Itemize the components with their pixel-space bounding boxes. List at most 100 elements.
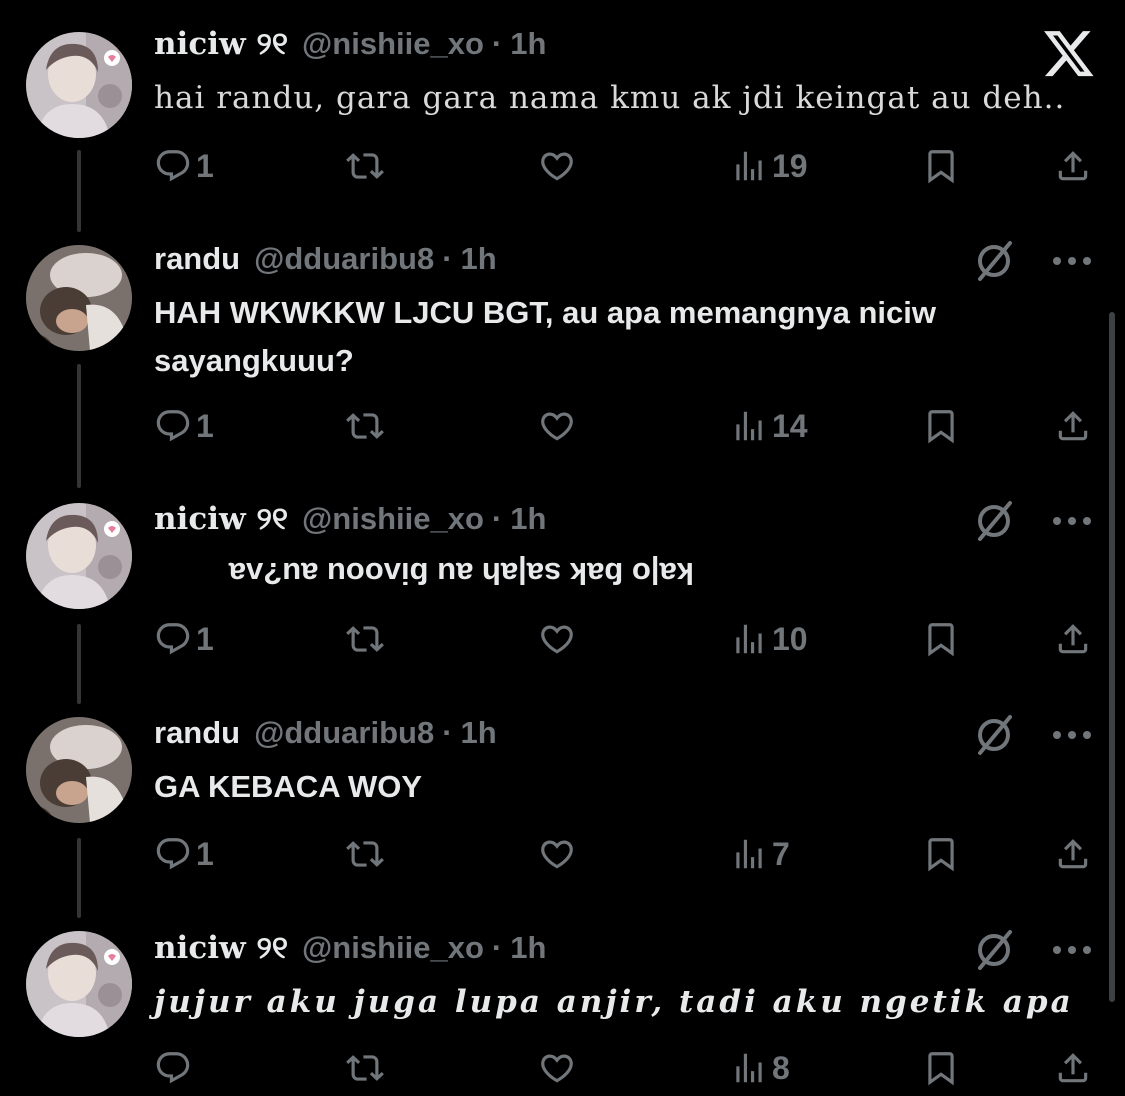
like-button[interactable] <box>538 404 576 448</box>
action-bar: 1 10 <box>154 617 1094 661</box>
reply-button[interactable]: 1 <box>154 832 214 876</box>
tweet[interactable]: niciw ୨୧ @nishiie_xo · 1h ka|o ɓak sa|ah… <box>0 497 1125 677</box>
timestamp[interactable]: 1h <box>461 715 497 751</box>
share-button[interactable] <box>1054 832 1092 876</box>
views-icon <box>730 835 768 873</box>
bookmark-icon <box>922 1049 960 1087</box>
like-button[interactable] <box>538 832 576 876</box>
views-button[interactable]: 8 <box>730 1046 790 1090</box>
action-bar: 1 14 <box>154 404 1094 448</box>
reply-icon <box>154 620 192 658</box>
tweet[interactable]: niciw ୨୧ @nishiie_xo · 1h hai randu, gar… <box>0 22 1125 212</box>
bookmark-icon <box>922 147 960 185</box>
more-icon[interactable] <box>1050 241 1094 281</box>
reply-button[interactable] <box>154 1046 192 1090</box>
display-name[interactable]: randu <box>154 241 240 277</box>
timestamp[interactable]: 1h <box>510 501 546 537</box>
reply-count: 1 <box>196 620 214 657</box>
views-count: 19 <box>772 147 808 184</box>
separator-dot: · <box>491 26 503 61</box>
like-button[interactable] <box>538 1046 576 1090</box>
grok-icon[interactable] <box>972 928 1016 972</box>
display-name[interactable]: randu <box>154 715 240 751</box>
more-icon[interactable] <box>1050 930 1094 970</box>
share-button[interactable] <box>1054 617 1092 661</box>
avatar[interactable] <box>26 931 132 1037</box>
timestamp[interactable]: 1h <box>510 930 546 966</box>
views-button[interactable]: 10 <box>730 617 808 661</box>
reply-button[interactable]: 1 <box>154 144 214 188</box>
avatar[interactable] <box>26 717 132 823</box>
user-handle[interactable]: @dduaribu8 <box>254 241 434 277</box>
views-icon <box>730 407 768 445</box>
user-handle[interactable]: @nishiie_xo <box>302 930 484 966</box>
share-icon <box>1054 835 1092 873</box>
more-icon[interactable] <box>1050 501 1094 541</box>
bookmark-button[interactable] <box>922 832 960 876</box>
views-button[interactable]: 14 <box>730 404 808 448</box>
tweet-text: HAH WKWKKW LJCU BGT, au apa memangnya ni… <box>154 295 936 378</box>
avatar[interactable] <box>26 245 132 351</box>
reply-count: 1 <box>196 147 214 184</box>
retweet-button[interactable] <box>346 404 384 448</box>
heart-icon <box>538 147 576 185</box>
retweet-button[interactable] <box>346 144 384 188</box>
bookmark-button[interactable] <box>922 404 960 448</box>
grok-icon[interactable] <box>972 713 1016 757</box>
reply-button[interactable]: 1 <box>154 404 214 448</box>
tweet[interactable]: niciw ୨୧ @nishiie_xo · 1h jujur aku juga… <box>0 926 1125 1096</box>
bookmark-icon <box>922 407 960 445</box>
share-button[interactable] <box>1054 144 1092 188</box>
user-handle[interactable]: @nishiie_xo <box>302 26 484 62</box>
share-icon <box>1054 407 1092 445</box>
tweet[interactable]: randu @dduaribu8 · 1h HAH WKWKKW LJCU BG… <box>0 237 1125 467</box>
reply-count: 1 <box>196 407 214 444</box>
user-handle[interactable]: @dduaribu8 <box>254 715 434 751</box>
display-name[interactable]: niciw ୨୧ <box>154 501 288 538</box>
views-icon <box>730 620 768 658</box>
share-icon <box>1054 620 1092 658</box>
display-name[interactable]: niciw ୨୧ <box>154 930 288 967</box>
bookmark-icon <box>922 835 960 873</box>
reply-button[interactable]: 1 <box>154 617 214 661</box>
views-button[interactable]: 7 <box>730 832 790 876</box>
like-button[interactable] <box>538 617 576 661</box>
timestamp[interactable]: 1h <box>510 26 546 62</box>
separator-dot: · <box>442 241 453 276</box>
user-handle[interactable]: @nishiie_xo <box>302 501 484 537</box>
grok-icon[interactable] <box>972 239 1016 283</box>
tweet-header: niciw ୨୧ @nishiie_xo · 1h <box>154 926 546 970</box>
like-button[interactable] <box>538 144 576 188</box>
reply-icon <box>154 147 192 185</box>
views-button[interactable]: 19 <box>730 144 808 188</box>
bookmark-button[interactable] <box>922 144 960 188</box>
timestamp[interactable]: 1h <box>461 241 497 277</box>
share-button[interactable] <box>1054 404 1092 448</box>
bookmark-button[interactable] <box>922 1046 960 1090</box>
display-name[interactable]: niciw ୨୧ <box>154 26 288 63</box>
heart-icon <box>538 620 576 658</box>
reply-icon <box>154 835 192 873</box>
tweet[interactable]: randu @dduaribu8 · 1h GA KEBACA WOY 1 7 <box>0 711 1125 891</box>
views-count: 14 <box>772 407 808 444</box>
reply-count: 1 <box>196 835 214 872</box>
tweet-header: randu @dduaribu8 · 1h <box>154 237 497 281</box>
share-icon <box>1054 1049 1092 1087</box>
reply-icon <box>154 1049 192 1087</box>
avatar[interactable] <box>26 503 132 609</box>
retweet-button[interactable] <box>346 832 384 876</box>
retweet-icon <box>346 835 384 873</box>
retweet-icon <box>346 147 384 185</box>
more-icon[interactable] <box>1050 715 1094 755</box>
retweet-icon <box>346 1049 384 1087</box>
tweet-thread: niciw ୨୧ @nishiie_xo · 1h hai randu, gar… <box>0 0 1125 1096</box>
bookmark-button[interactable] <box>922 617 960 661</box>
retweet-button[interactable] <box>346 617 384 661</box>
separator-dot: · <box>442 715 453 750</box>
share-button[interactable] <box>1054 1046 1092 1090</box>
avatar[interactable] <box>26 32 132 138</box>
grok-icon[interactable] <box>972 499 1016 543</box>
retweet-button[interactable] <box>346 1046 384 1090</box>
views-count: 7 <box>772 835 790 872</box>
scrollbar[interactable] <box>1109 312 1115 1002</box>
